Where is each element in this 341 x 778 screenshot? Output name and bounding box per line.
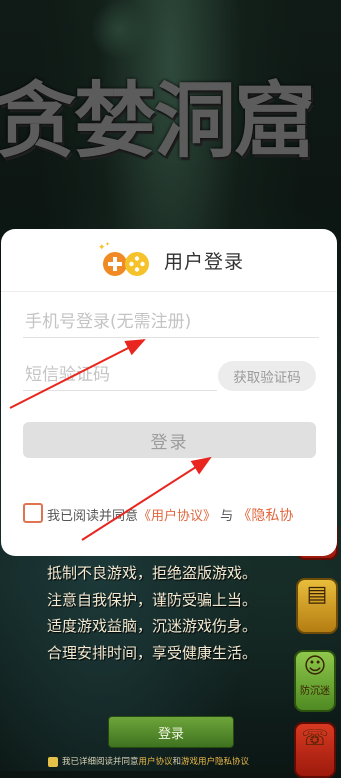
anti-addiction-button[interactable]: ☺ 防沉迷 <box>294 650 336 712</box>
sms-code-input[interactable] <box>23 360 217 391</box>
notice-line: 合理安排时间，享受健康生活。 <box>47 643 258 662</box>
notice-line: 抵制不良游戏，拒绝盗版游戏。 <box>47 564 258 582</box>
anti-addiction-label: 防沉迷 <box>300 686 330 697</box>
health-notice: 抵制不良游戏，拒绝盗版游戏。 注意自我保护，谨防受骗上当。 适度游戏益脑，沉迷游… <box>47 560 297 666</box>
background-agreement: 我已详细阅读并同意用户协议和游戏用户隐私协议 <box>48 755 249 767</box>
svg-text:✦: ✦ <box>105 241 110 248</box>
dialog-title: 用户登录 <box>164 251 245 273</box>
login-button[interactable]: 登录 <box>23 422 316 458</box>
phone-input[interactable] <box>23 307 319 338</box>
login-dialog: ✦ ✦ 用户登录 获取验证码 登录 我已阅读并同意《用户协议》 与 《隐私协 <box>1 229 337 556</box>
game-title-logo: 贪婪洞窟 <box>0 73 316 169</box>
background-login-button[interactable]: 登录 <box>108 716 234 748</box>
anti-addiction-icon: ☺ <box>303 654 327 679</box>
customer-service-icon: ☏ <box>301 726 329 751</box>
creature-artwork <box>90 0 150 60</box>
agreement-row: 我已阅读并同意《用户协议》 与 《隐私协 <box>23 503 337 527</box>
background-user-agreement-link[interactable]: 用户协议 <box>139 757 173 767</box>
agreement-text: 我已阅读并同意《用户协议》 与 《隐私协 <box>47 508 294 524</box>
agree-checkbox[interactable] <box>23 503 43 523</box>
user-agreement-link[interactable]: 《用户协议》 <box>138 509 216 524</box>
privacy-agreement-link[interactable]: 《隐私协 <box>237 508 293 524</box>
notice-line: 适度游戏益脑，沉迷游戏伤身。 <box>47 617 258 635</box>
customer-service-button[interactable]: ☏ <box>294 722 336 778</box>
scroll-button[interactable]: ▤ <box>296 578 338 634</box>
gamepad-logo-icon: ✦ ✦ <box>98 241 149 276</box>
notice-line: 注意自我保护，谨防受骗上当。 <box>47 590 258 609</box>
background-agree-checkbox[interactable] <box>48 756 58 767</box>
background-privacy-link[interactable]: 游戏用户隐私协议 <box>181 757 249 767</box>
get-code-button[interactable]: 获取验证码 <box>218 361 316 391</box>
scroll-icon: ▤ <box>306 582 328 607</box>
dialog-header: ✦ ✦ 用户登录 <box>1 229 337 292</box>
